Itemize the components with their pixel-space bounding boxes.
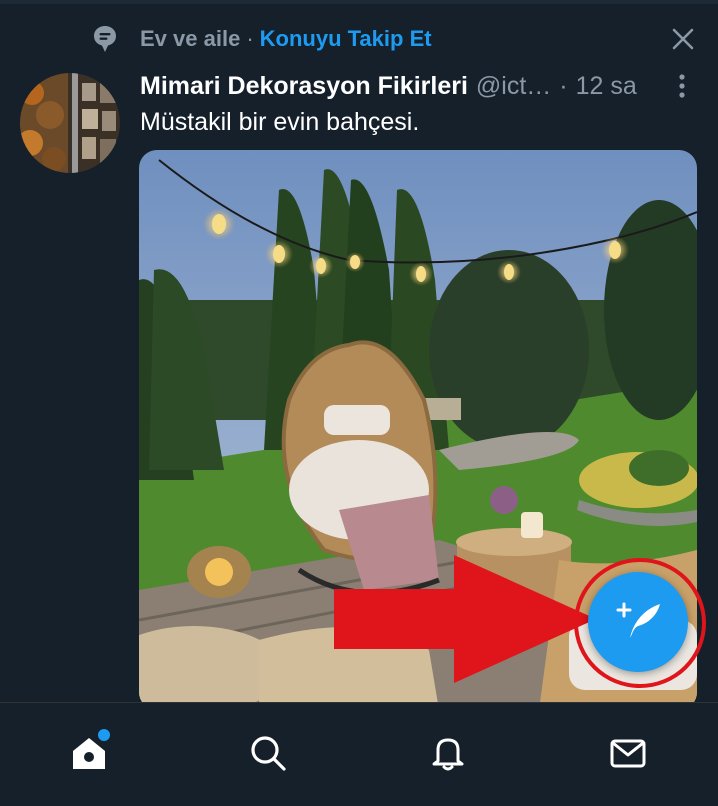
more-options-icon[interactable] [672, 72, 692, 100]
tweet-header: Mimari Dekorasyon Fikirleri @ict… · 12 s… [140, 70, 637, 102]
home-notification-badge [96, 727, 112, 743]
topic-name[interactable]: Ev ve aile [140, 26, 240, 52]
compose-tweet-button[interactable] [588, 572, 688, 672]
follow-topic-link[interactable]: Konuyu Takip Et [260, 26, 432, 52]
compose-tweet-icon [612, 598, 664, 647]
close-icon[interactable] [668, 24, 698, 54]
mail-icon [608, 733, 648, 778]
bell-icon [428, 733, 468, 778]
tweet-text: Müstakil bir evin bahçesi. [140, 108, 420, 136]
tweet-time[interactable]: 12 sa [576, 72, 637, 101]
author-name[interactable]: Mimari Dekorasyon Fikirleri [140, 72, 468, 101]
nav-messages[interactable] [606, 733, 650, 777]
annotation-arrow [334, 555, 596, 683]
search-icon [248, 733, 288, 778]
topic-context: Ev ve aile · Konuyu Takip Et [92, 24, 432, 54]
bottom-navigation [0, 702, 718, 806]
context-separator: · [246, 26, 254, 51]
topic-bubble-icon [92, 25, 118, 53]
nav-notifications[interactable] [426, 733, 470, 777]
nav-search[interactable] [246, 733, 290, 777]
author-handle[interactable]: @ict… [476, 72, 551, 101]
top-divider [0, 0, 718, 4]
avatar[interactable] [20, 73, 120, 173]
header-separator: · [559, 71, 568, 100]
